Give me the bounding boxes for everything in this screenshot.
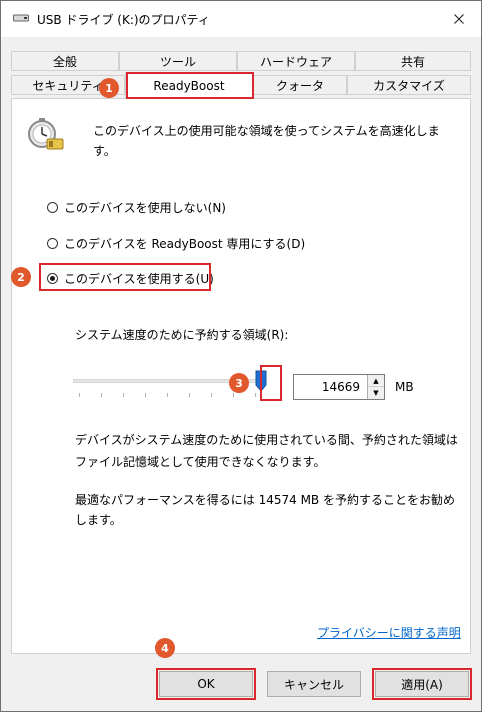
callout-badge: 4 [155, 638, 175, 658]
slider-tick [145, 393, 146, 397]
recommend-text-line1: 最適なパフォーマンスを得るには 14574 MB を予約することをお勧め [75, 493, 455, 507]
spin-up-button[interactable]: ▲ [368, 375, 384, 387]
usb-drive-icon [13, 14, 29, 22]
readyboost-stopwatch-icon [28, 118, 64, 150]
option-do-not-use[interactable]: このデバイスを使用しない(N) [47, 199, 226, 216]
tab-hardware[interactable]: ハードウェア [237, 51, 355, 71]
slider-tick [189, 393, 190, 397]
highlight-box-apply [372, 668, 472, 700]
intro-text-line2: す。 [93, 144, 116, 158]
info-text-line2: ファイル記憶域として使用できなくなります。 [75, 455, 326, 469]
radio-dedicate-readyboost[interactable] [47, 238, 58, 249]
properties-window: USB ドライブ (K:)のプロパティ 全般 ツール ハードウェア 共有 セキュ… [0, 0, 482, 712]
title-bar: USB ドライブ (K:)のプロパティ [1, 1, 481, 37]
intro-text-line1: このデバイス上の使用可能な領域を使ってシステムを高速化しま [93, 124, 440, 138]
highlight-box-ok [156, 668, 256, 700]
highlight-box-use-device [39, 263, 211, 291]
tab-sharing[interactable]: 共有 [355, 51, 471, 71]
reserve-spinbox[interactable]: 14669 ▲ ▼ [293, 374, 385, 400]
radio-do-not-use[interactable] [47, 202, 58, 213]
callout-badge: 3 [229, 373, 249, 393]
slider-tick [255, 393, 256, 397]
reserve-label: システム速度のために予約する領域(R): [75, 328, 289, 342]
callout-badge: 2 [11, 267, 31, 287]
caret-up-icon: ▲ [373, 376, 379, 385]
privacy-link[interactable]: プライバシーに関する声明 [317, 624, 461, 641]
reserve-value-input[interactable]: 14669 [294, 375, 366, 399]
close-icon [454, 14, 464, 24]
slider-tick [211, 393, 212, 397]
info-text-line1: デバイスがシステム速度のために使用されている間、予約された領域は [75, 433, 458, 447]
caret-down-icon: ▼ [373, 389, 379, 397]
tab-general[interactable]: 全般 [11, 51, 119, 71]
option-do-not-use-label: このデバイスを使用しない(N) [64, 201, 226, 215]
tab-customize[interactable]: カスタマイズ [347, 75, 471, 95]
highlight-box-readyboost-tab [126, 72, 254, 99]
option-dedicate-readyboost[interactable]: このデバイスを ReadyBoost 専用にする(D) [47, 235, 305, 252]
callout-badge: 1 [99, 78, 119, 98]
tab-quota[interactable]: クォータ [253, 75, 347, 95]
close-button[interactable] [437, 1, 481, 37]
spin-down-button[interactable]: ▼ [368, 387, 384, 399]
window-title: USB ドライブ (K:)のプロパティ [37, 13, 210, 27]
slider-tick [123, 393, 124, 397]
recommend-text-line2: します。 [75, 513, 122, 527]
highlight-box-slider-thumb [260, 365, 282, 401]
tab-tools[interactable]: ツール [119, 51, 237, 71]
reserve-unit: MB [395, 380, 414, 394]
spin-buttons: ▲ ▼ [367, 375, 384, 399]
slider-tick [167, 393, 168, 397]
option-dedicate-readyboost-label: このデバイスを ReadyBoost 専用にする(D) [64, 237, 306, 251]
slider-tick [101, 393, 102, 397]
slider-tick [79, 393, 80, 397]
slider-tick [233, 393, 234, 397]
cancel-button[interactable]: キャンセル [267, 671, 361, 697]
